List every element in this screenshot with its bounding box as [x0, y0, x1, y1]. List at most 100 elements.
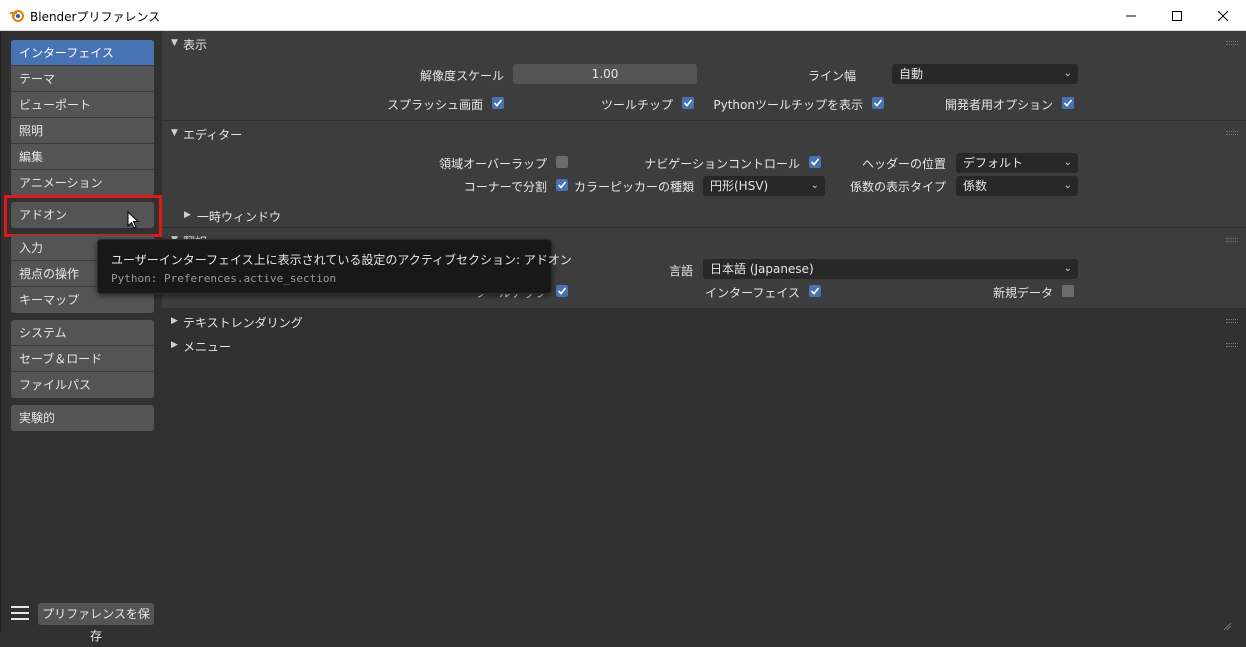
splash-checkbox[interactable] — [492, 97, 504, 109]
title-bar: Blenderプリファレンス — [0, 0, 1246, 31]
header-position-dropdown[interactable]: デフォルト ⌄ — [956, 153, 1078, 173]
resolution-scale-label: 解像度スケール — [419, 69, 504, 83]
python-tooltips-checkbox[interactable] — [872, 97, 884, 109]
checkmark-icon — [1063, 99, 1073, 107]
language-label: 言語 — [668, 264, 693, 278]
tooltips-label: ツールチップ — [600, 98, 673, 112]
nav-group-experimental: 実験的 — [11, 405, 154, 431]
sidebar-item-themes[interactable]: テーマ — [11, 66, 154, 92]
splash-label: スプラッシュ画面 — [386, 98, 483, 112]
drag-grip-icon[interactable] — [1226, 343, 1238, 347]
close-button[interactable] — [1200, 0, 1246, 31]
panel-title-text-rendering: テキストレンダリング — [183, 316, 303, 330]
tooltips-checkbox[interactable] — [682, 97, 694, 109]
line-width-value: 自動 — [899, 67, 924, 81]
panel-title-display: 表示 — [183, 38, 208, 52]
resolution-scale-field[interactable]: 1.00 — [513, 64, 697, 84]
blender-logo-icon — [9, 8, 25, 22]
panel-header-text-rendering[interactable]: ▶ テキストレンダリング — [162, 309, 1246, 333]
panel-title-menus: メニュー — [183, 340, 232, 354]
preferences-main: ▼ 表示 解像度スケール 1.00 ライン幅 自動 ⌄ スプラッシュ画面 ツール… — [162, 31, 1246, 633]
drag-grip-icon[interactable] — [1226, 41, 1238, 45]
chevron-down-icon: ⌄ — [810, 180, 819, 191]
panel-header-display[interactable]: ▼ 表示 — [162, 31, 1246, 55]
language-dropdown[interactable]: 日本語 (Japanese) ⌄ — [703, 259, 1078, 279]
temporary-windows-label[interactable]: 一時ウィンドウ — [197, 208, 281, 225]
translate-interface-checkbox[interactable] — [809, 285, 821, 297]
maximize-button[interactable] — [1154, 0, 1200, 31]
developer-extras-checkbox[interactable] — [1062, 97, 1074, 109]
panel-header-menus[interactable]: ▶ メニュー — [162, 333, 1246, 357]
line-width-dropdown[interactable]: 自動 ⌄ — [892, 64, 1078, 84]
expand-triangle-icon: ▼ — [171, 38, 178, 48]
developer-extras-label: 開発者用オプション — [944, 98, 1053, 112]
color-picker-type-dropdown[interactable]: 円形(HSV) ⌄ — [703, 176, 825, 196]
corner-split-label: コーナーで分割 — [463, 180, 547, 194]
drag-grip-icon[interactable] — [1226, 238, 1238, 242]
chevron-down-icon: ⌄ — [1063, 68, 1072, 79]
nav-group-general: インターフェイス テーマ ビューポート 照明 編集 アニメーション — [11, 40, 154, 196]
chevron-down-icon: ⌄ — [1063, 263, 1072, 274]
collapse-triangle-icon[interactable]: ▶ — [184, 210, 191, 220]
maximize-icon — [1172, 10, 1182, 21]
panel-title-editors: エディター — [183, 128, 243, 142]
sidebar-item-lights[interactable]: 照明 — [11, 118, 154, 144]
factor-display-type-dropdown[interactable]: 係数 ⌄ — [956, 176, 1078, 196]
checkmark-icon — [557, 287, 567, 295]
sidebar-item-viewport[interactable]: ビューポート — [11, 92, 154, 118]
chevron-down-icon: ⌄ — [1063, 157, 1072, 168]
tooltip-popup: ユーザーインターフェイス上に表示されている設定のアクティブセクション: アドオン… — [97, 239, 572, 294]
window-title: Blenderプリファレンス — [30, 10, 161, 24]
collapse-triangle-icon: ▶ — [171, 340, 178, 350]
close-icon — [1218, 10, 1228, 21]
factor-display-type-value: 係数 — [963, 179, 988, 193]
panel-body-editors: 領域オーバーラップ ナビゲーションコントロール ヘッダーの位置 デフォルト ⌄ … — [162, 145, 1246, 227]
region-overlap-label: 領域オーバーラップ — [439, 157, 547, 171]
sidebar-item-system[interactable]: システム — [11, 320, 154, 346]
line-width-label: ライン幅 — [807, 69, 856, 83]
drag-grip-icon[interactable] — [1226, 131, 1238, 135]
tooltip-python-path: Python: Preferences.active_section — [111, 272, 337, 285]
sidebar-item-file-paths[interactable]: ファイルパス — [11, 372, 154, 398]
navigation-controls-checkbox[interactable] — [809, 156, 821, 168]
translate-interface-label: インターフェイス — [705, 286, 800, 300]
mouse-cursor-icon — [127, 211, 139, 229]
navigation-controls-label: ナビゲーションコントロール — [644, 157, 800, 171]
translate-new-data-label: 新規データ — [992, 286, 1053, 300]
checkmark-icon — [810, 287, 820, 295]
translate-tooltips-checkbox[interactable] — [556, 285, 568, 297]
panel-body-display: 解像度スケール 1.00 ライン幅 自動 ⌄ スプラッシュ画面 ツールチップ P… — [162, 55, 1246, 120]
python-tooltips-label: Pythonツールチップを表示 — [713, 98, 863, 112]
sidebar-item-experimental[interactable]: 実験的 — [11, 405, 154, 431]
panel-header-editors[interactable]: ▼ エディター — [162, 121, 1246, 145]
checkmark-icon — [683, 99, 693, 107]
region-overlap-checkbox[interactable] — [556, 156, 568, 168]
sidebar-item-interface[interactable]: インターフェイス — [11, 40, 154, 66]
minimize-icon — [1126, 15, 1136, 16]
corner-split-checkbox[interactable] — [556, 179, 568, 191]
menu-icon[interactable] — [11, 606, 29, 622]
color-picker-type-value: 円形(HSV) — [710, 179, 769, 193]
header-position-label: ヘッダーの位置 — [861, 157, 946, 171]
drag-grip-icon[interactable] — [1226, 319, 1238, 323]
preferences-sidebar: インターフェイス テーマ ビューポート 照明 編集 アニメーション アドオン 入… — [0, 31, 162, 643]
checkmark-icon — [493, 99, 503, 107]
header-position-value: デフォルト — [963, 156, 1024, 170]
save-preferences-button[interactable]: プリファレンスを保存 — [38, 603, 154, 643]
minimize-button[interactable] — [1108, 0, 1154, 31]
sidebar-item-save-load[interactable]: セーブ＆ロード — [11, 346, 154, 372]
sidebar-item-animation[interactable]: アニメーション — [11, 170, 154, 196]
resize-corner-icon[interactable] — [1222, 621, 1232, 631]
factor-display-type-label: 係数の表示タイプ — [849, 180, 946, 194]
nav-group-system: システム セーブ＆ロード ファイルパス — [11, 320, 154, 398]
translate-new-data-checkbox[interactable] — [1062, 285, 1074, 297]
chevron-down-icon: ⌄ — [1063, 180, 1072, 191]
collapse-triangle-icon: ▶ — [171, 316, 178, 326]
checkmark-icon — [810, 158, 820, 166]
expand-triangle-icon: ▼ — [171, 128, 178, 138]
color-picker-type-label: カラーピッカーの種類 — [573, 180, 694, 194]
sidebar-item-editing[interactable]: 編集 — [11, 144, 154, 170]
checkmark-icon — [873, 99, 883, 107]
checkmark-icon — [557, 181, 567, 189]
language-value: 日本語 (Japanese) — [710, 262, 814, 276]
